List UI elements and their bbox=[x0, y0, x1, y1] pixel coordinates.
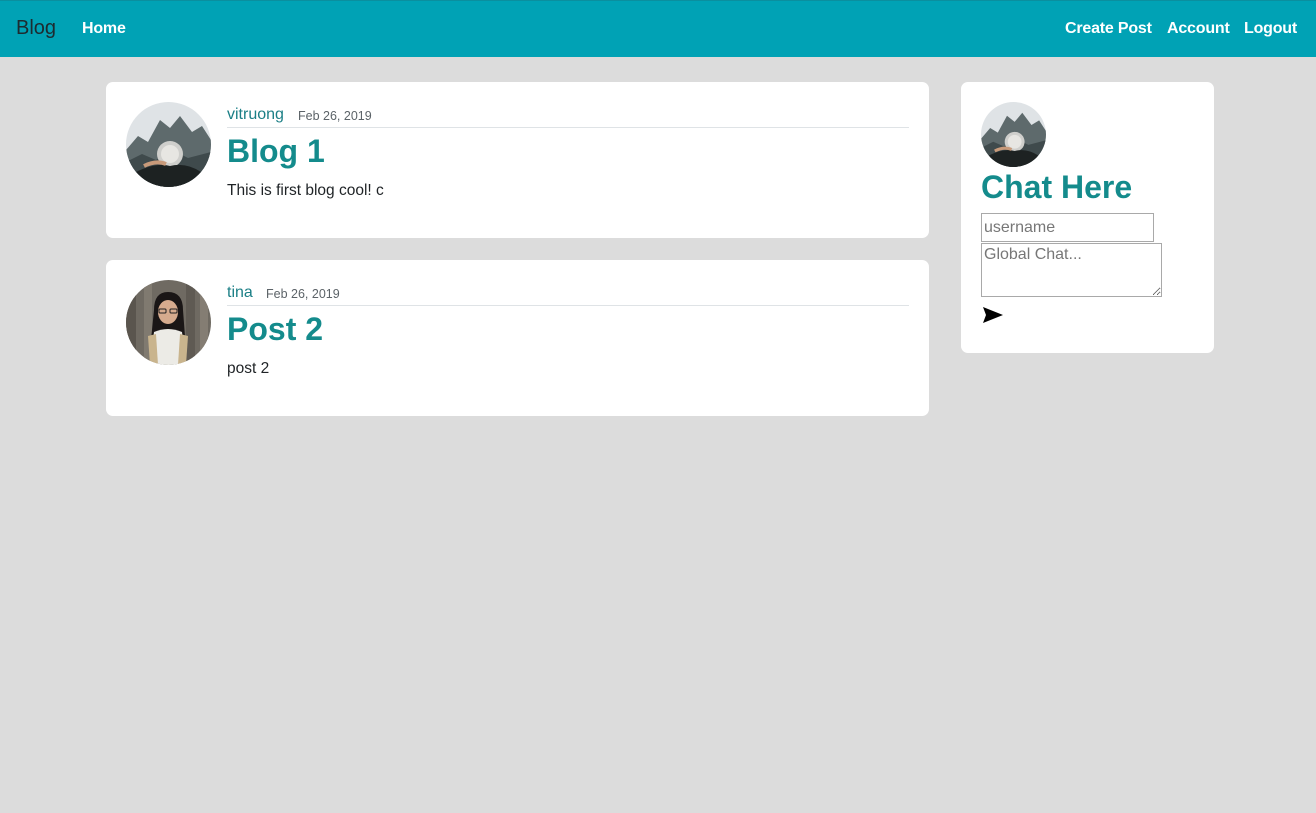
post-content: This is first blog cool! c bbox=[227, 182, 384, 199]
post-date: Feb 26, 2019 bbox=[266, 287, 340, 301]
meta-divider bbox=[227, 305, 909, 306]
brand-link[interactable]: Blog bbox=[16, 17, 56, 40]
chat-title: Chat Here bbox=[981, 169, 1133, 205]
nav-account-link[interactable]: Account bbox=[1167, 20, 1230, 38]
post-card: tina Feb 26, 2019 Post 2 post 2 bbox=[106, 260, 929, 416]
meta-divider bbox=[227, 127, 909, 128]
post-content: post 2 bbox=[227, 360, 270, 377]
send-arrow-icon bbox=[983, 307, 1003, 323]
send-button[interactable] bbox=[981, 306, 1005, 326]
woman-portrait-icon bbox=[126, 280, 211, 365]
post-title-link[interactable]: Post 2 bbox=[227, 311, 323, 348]
post-author-link[interactable]: vitruong bbox=[227, 106, 284, 124]
nav-create-post-link[interactable]: Create Post bbox=[1065, 20, 1152, 38]
post-card: vitruong Feb 26, 2019 Blog 1 This is fir… bbox=[106, 82, 929, 238]
global-chat-textarea[interactable] bbox=[981, 243, 1162, 297]
navbar: Blog Home Create Post Account Logout bbox=[0, 0, 1316, 57]
rock-landscape-icon bbox=[126, 102, 211, 187]
chat-card: Chat Here bbox=[961, 82, 1214, 353]
post-title-link[interactable]: Blog 1 bbox=[227, 133, 325, 170]
nav-logout-link[interactable]: Logout bbox=[1244, 20, 1297, 38]
post-date: Feb 26, 2019 bbox=[298, 109, 372, 123]
author-avatar bbox=[126, 280, 211, 365]
nav-home-link[interactable]: Home bbox=[82, 20, 126, 38]
author-avatar bbox=[126, 102, 211, 187]
username-input[interactable] bbox=[981, 213, 1154, 242]
post-author-link[interactable]: tina bbox=[227, 284, 253, 302]
rock-landscape-icon bbox=[981, 102, 1046, 167]
chat-user-avatar bbox=[981, 102, 1046, 167]
